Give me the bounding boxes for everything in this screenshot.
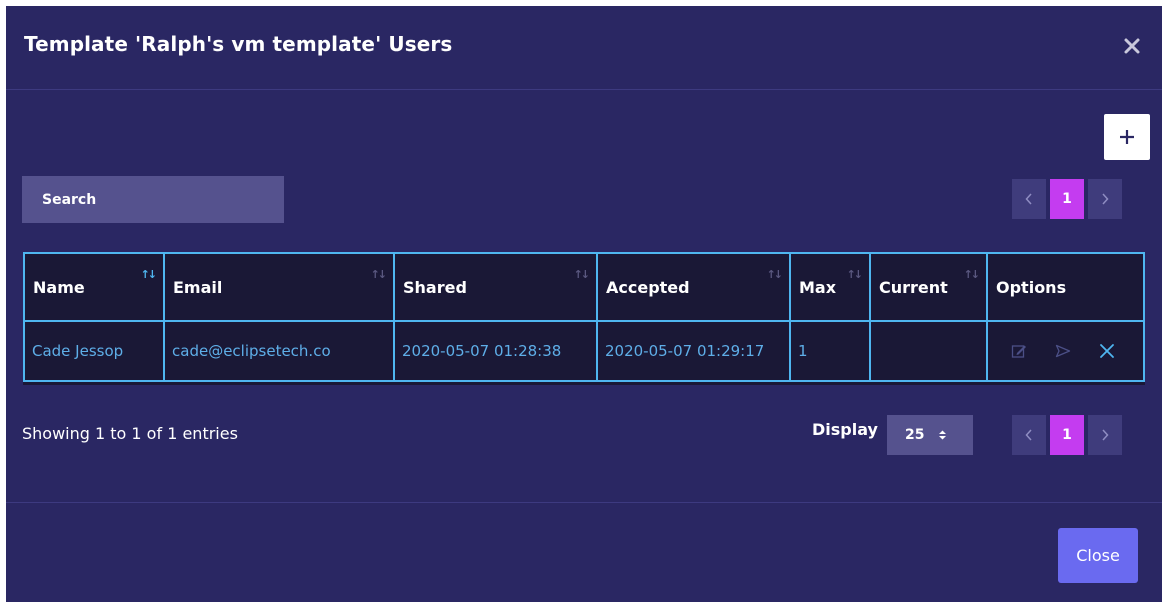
page-1-button[interactable]: 1 bbox=[1050, 415, 1084, 455]
cell-shared: 2020-05-07 01:28:38 bbox=[393, 320, 598, 382]
footer-divider bbox=[6, 502, 1162, 503]
column-header-accepted[interactable]: Accepted ↑↓ bbox=[596, 252, 791, 322]
column-header-current[interactable]: Current ↑↓ bbox=[869, 252, 988, 322]
sort-icon: ↑↓ bbox=[846, 268, 864, 281]
sort-icon: ↑↓ bbox=[370, 268, 388, 281]
display-count-select[interactable]: 25 bbox=[887, 415, 973, 455]
next-page-button[interactable] bbox=[1088, 415, 1122, 455]
next-page-button[interactable] bbox=[1088, 179, 1122, 219]
send-icon[interactable] bbox=[1055, 344, 1071, 358]
entries-info: Showing 1 to 1 of 1 entries bbox=[22, 424, 238, 443]
column-header-name[interactable]: Name ↑↓ bbox=[23, 252, 165, 322]
table-header-row: Name ↑↓ Email ↑↓ Shared ↑↓ Accepted ↑↓ M… bbox=[23, 252, 1145, 322]
edit-icon[interactable] bbox=[1011, 343, 1027, 359]
delete-x-icon[interactable] bbox=[1099, 343, 1115, 359]
display-count-value: 25 bbox=[905, 427, 925, 443]
prev-page-button[interactable] bbox=[1012, 415, 1046, 455]
cell-accepted: 2020-05-07 01:29:17 bbox=[596, 320, 791, 382]
column-header-options: Options bbox=[986, 252, 1145, 322]
chevron-left-icon bbox=[1025, 193, 1032, 205]
cell-name[interactable]: Cade Jessop bbox=[23, 320, 165, 382]
modal-header: Template 'Ralph's vm template' Users bbox=[6, 6, 1162, 90]
users-table: Name ↑↓ Email ↑↓ Shared ↑↓ Accepted ↑↓ M… bbox=[23, 252, 1145, 385]
column-header-email[interactable]: Email ↑↓ bbox=[163, 252, 395, 322]
search-input[interactable] bbox=[22, 176, 284, 223]
template-users-modal: Template 'Ralph's vm template' Users 1 bbox=[6, 6, 1162, 602]
pagination-top: 1 bbox=[1012, 179, 1122, 219]
cell-options bbox=[986, 320, 1145, 382]
table-row: Cade Jessop cade@eclipsetech.co 2020-05-… bbox=[23, 320, 1145, 382]
pagination-bottom: 1 bbox=[1012, 415, 1122, 455]
chevron-right-icon bbox=[1102, 429, 1109, 441]
sort-icon: ↑↓ bbox=[963, 268, 981, 281]
cell-max: 1 bbox=[789, 320, 871, 382]
modal-title: Template 'Ralph's vm template' Users bbox=[24, 32, 453, 56]
chevron-left-icon bbox=[1025, 429, 1032, 441]
add-user-button[interactable] bbox=[1104, 114, 1150, 160]
prev-page-button[interactable] bbox=[1012, 179, 1046, 219]
display-label: Display bbox=[812, 420, 878, 439]
updown-caret-icon bbox=[938, 429, 947, 441]
cell-email[interactable]: cade@eclipsetech.co bbox=[163, 320, 395, 382]
column-header-shared[interactable]: Shared ↑↓ bbox=[393, 252, 598, 322]
sort-icon: ↑↓ bbox=[766, 268, 784, 281]
sort-icon: ↑↓ bbox=[573, 268, 591, 281]
close-button[interactable]: Close bbox=[1058, 528, 1138, 583]
cell-current bbox=[869, 320, 988, 382]
page-1-button[interactable]: 1 bbox=[1050, 179, 1084, 219]
sort-ascending-icon: ↑↓ bbox=[140, 268, 158, 281]
chevron-right-icon bbox=[1102, 193, 1109, 205]
plus-icon bbox=[1119, 129, 1135, 145]
column-header-max[interactable]: Max ↑↓ bbox=[789, 252, 871, 322]
close-x-icon[interactable] bbox=[1118, 32, 1146, 60]
